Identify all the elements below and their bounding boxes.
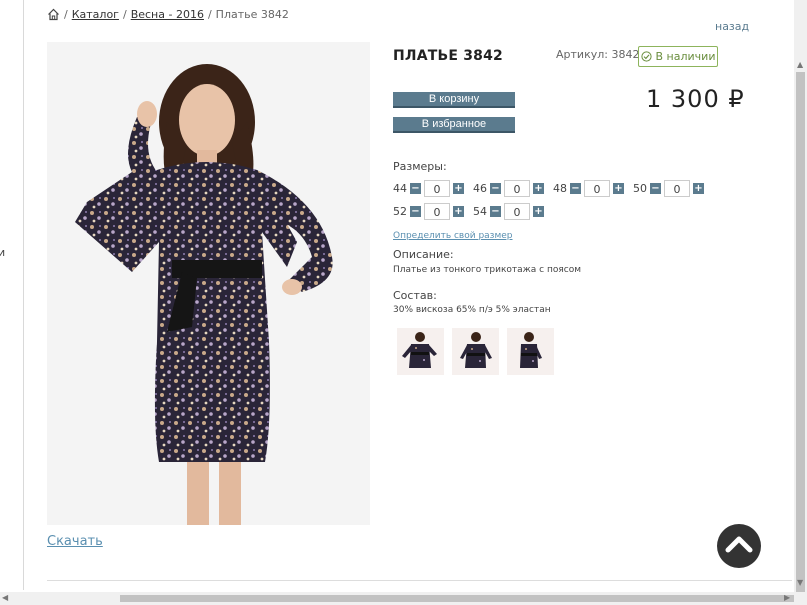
left-rail: и xyxy=(0,0,24,590)
minus-button[interactable]: − xyxy=(650,183,661,194)
plus-button[interactable]: + xyxy=(533,183,544,194)
plus-button[interactable]: + xyxy=(533,206,544,217)
add-to-favorites-button[interactable]: В избранное xyxy=(393,117,515,133)
quantity-field[interactable]: 0 xyxy=(504,180,530,197)
scroll-left-arrow-icon[interactable]: ◀ xyxy=(2,593,8,602)
scroll-to-top-button[interactable] xyxy=(717,524,761,568)
size-54: 54 − 0 + xyxy=(473,203,544,220)
vertical-scrollbar-thumb[interactable] xyxy=(796,72,805,592)
size-label: 52 xyxy=(393,205,407,218)
thumbnail-3[interactable] xyxy=(507,328,554,375)
thumbnail-gallery xyxy=(397,328,554,375)
minus-button[interactable]: − xyxy=(490,183,501,194)
size-label: 46 xyxy=(473,182,487,195)
size-46: 46 − 0 + xyxy=(473,180,544,197)
horizontal-scrollbar-thumb[interactable] xyxy=(120,595,794,602)
stock-badge-label: В наличии xyxy=(655,50,716,63)
thumbnail-1[interactable] xyxy=(397,328,444,375)
breadcrumb-spring-2016[interactable]: Весна - 2016 xyxy=(131,8,204,21)
add-to-cart-button[interactable]: В корзину xyxy=(393,92,515,108)
minus-button[interactable]: − xyxy=(410,206,421,217)
scroll-right-arrow-icon[interactable]: ▶ xyxy=(784,593,790,602)
vertical-scrollbar[interactable]: ▲ ▼ xyxy=(794,0,807,605)
size-44: 44 − 0 + xyxy=(393,180,464,197)
size-48: 48 − 0 + xyxy=(553,180,624,197)
size-row: 44 − 0 + 46 − 0 + 48 − 0 + 50 − 0 + xyxy=(393,180,704,197)
scroll-up-arrow-icon[interactable]: ▲ xyxy=(797,60,803,69)
minus-button[interactable]: − xyxy=(570,183,581,194)
size-label: 48 xyxy=(553,182,567,195)
chevron-up-icon xyxy=(725,536,753,553)
breadcrumb-separator: / xyxy=(122,8,127,21)
plus-button[interactable]: + xyxy=(453,206,464,217)
quantity-field[interactable]: 0 xyxy=(424,203,450,220)
quantity-field[interactable]: 0 xyxy=(584,180,610,197)
composition-text: 30% вискоза 65% п/э 5% эластан xyxy=(393,305,551,315)
quantity-field[interactable]: 0 xyxy=(664,180,690,197)
plus-button[interactable]: + xyxy=(693,183,704,194)
thumbnail-2[interactable] xyxy=(452,328,499,375)
breadcrumb-separator: / xyxy=(207,8,212,21)
left-rail-fragment: и xyxy=(0,246,6,259)
scroll-down-arrow-icon[interactable]: ▼ xyxy=(797,578,803,587)
sizes-label: Размеры: xyxy=(393,160,447,173)
plus-button[interactable]: + xyxy=(453,183,464,194)
breadcrumb-separator: / xyxy=(64,8,68,21)
size-52: 52 − 0 + xyxy=(393,203,464,220)
quantity-field[interactable]: 0 xyxy=(424,180,450,197)
stock-badge: В наличии xyxy=(638,46,718,67)
minus-button[interactable]: − xyxy=(490,206,501,217)
size-50: 50 − 0 + xyxy=(633,180,704,197)
download-link[interactable]: Скачать xyxy=(47,534,103,549)
quantity-field[interactable]: 0 xyxy=(504,203,530,220)
composition-label: Состав: xyxy=(393,289,437,302)
divider xyxy=(47,580,792,581)
minus-button[interactable]: − xyxy=(410,183,421,194)
size-label: 50 xyxy=(633,182,647,195)
product-title: ПЛАТЬЕ 3842 xyxy=(393,48,504,64)
back-link[interactable]: назад xyxy=(715,20,749,33)
breadcrumb: / Каталог / Весна - 2016 / Платье 3842 xyxy=(47,8,289,21)
description-label: Описание: xyxy=(393,248,454,261)
size-label: 54 xyxy=(473,205,487,218)
size-row: 52 − 0 + 54 − 0 + xyxy=(393,203,544,220)
determine-size-link[interactable]: Определить свой размер xyxy=(393,231,513,241)
product-photo[interactable] xyxy=(47,42,370,525)
product-price: 1 300 ₽ xyxy=(646,85,745,113)
description-text: Платье из тонкого трикотажа с поясом xyxy=(393,265,581,275)
breadcrumb-current: Платье 3842 xyxy=(215,8,289,21)
plus-button[interactable]: + xyxy=(613,183,624,194)
product-sku: Артикул: 3842 xyxy=(556,48,640,61)
home-icon[interactable] xyxy=(47,8,60,21)
breadcrumb-catalog[interactable]: Каталог xyxy=(72,8,119,21)
check-circle-icon xyxy=(640,51,652,62)
size-label: 44 xyxy=(393,182,407,195)
horizontal-scrollbar[interactable]: ◀ ▶ xyxy=(0,592,794,605)
